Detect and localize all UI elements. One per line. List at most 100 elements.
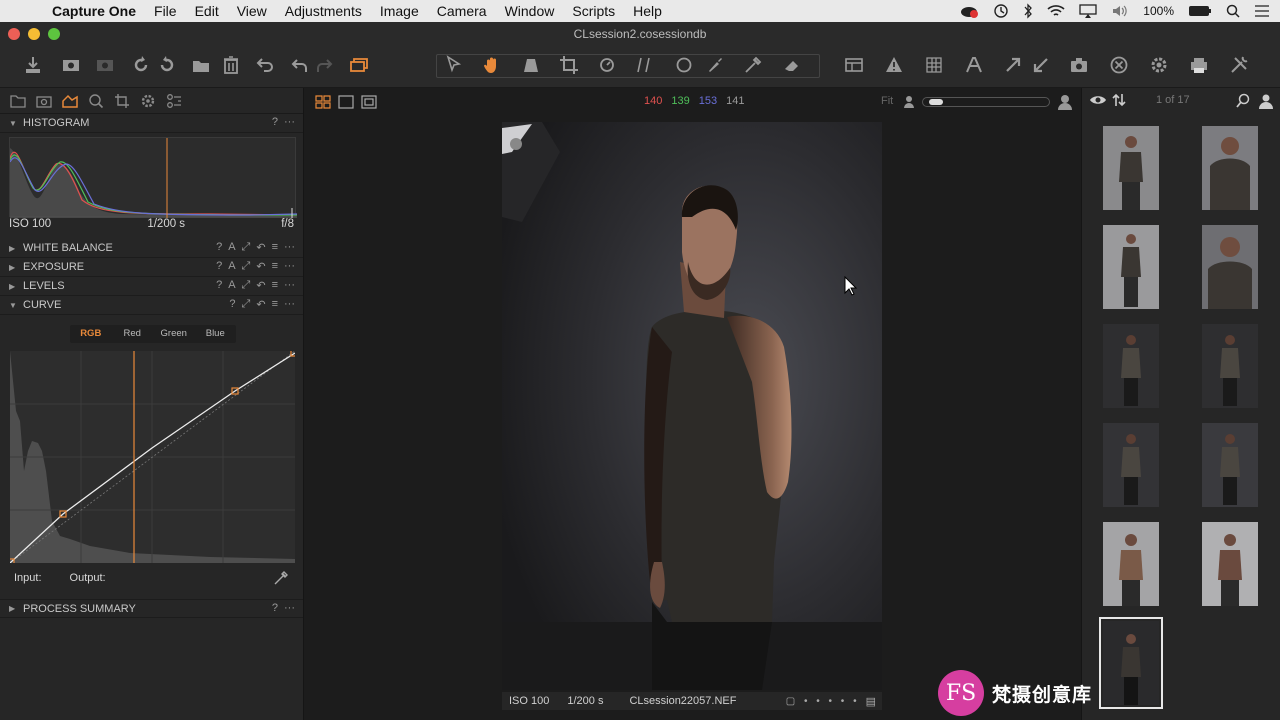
menu-image[interactable]: Image <box>380 3 419 19</box>
thumbnail[interactable] <box>1202 522 1258 606</box>
curve-tab-green[interactable]: Green <box>153 325 195 343</box>
thumbnail[interactable] <box>1202 126 1258 210</box>
close-window-button[interactable] <box>8 28 20 40</box>
histogram-header[interactable]: ▼ HISTOGRAM ? ··· <box>0 114 303 133</box>
menu-adjustments[interactable]: Adjustments <box>285 3 362 19</box>
main-image[interactable] <box>502 122 882 690</box>
curve-tab-red[interactable]: Red <box>112 325 154 343</box>
more-icon[interactable]: ··· <box>284 116 295 128</box>
auto-adjust-icon[interactable]: A <box>228 279 235 292</box>
copy-apply-icon[interactable]: ⤢ <box>242 279 251 292</box>
viewer-layout-icon[interactable] <box>843 54 865 76</box>
reset-icon[interactable]: ↶ <box>256 260 265 273</box>
expand-triangle-icon[interactable]: ▶ <box>9 282 19 291</box>
straighten-tool-icon[interactable] <box>634 54 656 76</box>
curve-picker-eyedropper-icon[interactable] <box>273 570 289 589</box>
keystone-tool-icon[interactable] <box>520 54 542 76</box>
reset-icon[interactable]: ↶ <box>256 298 265 311</box>
eye-filter-icon[interactable] <box>1089 93 1107 107</box>
customize-tools-icon[interactable] <box>1228 54 1250 76</box>
copy-adjustments-icon[interactable] <box>348 54 370 76</box>
levels-header[interactable]: ▶ LEVELS ? A ⤢ ↶ ≡ ··· <box>0 277 303 296</box>
settings-gear-icon[interactable] <box>1148 54 1170 76</box>
reset-icon[interactable]: ↶ <box>256 279 265 292</box>
reset-icon[interactable]: ↶ <box>256 241 265 254</box>
presets-menu-icon[interactable]: ≡ <box>272 260 278 273</box>
exposure-header[interactable]: ▶ EXPOSURE ? A ⤢ ↶ ≡ ··· <box>0 258 303 277</box>
presets-menu-icon[interactable]: ≡ <box>272 241 278 254</box>
menu-camera[interactable]: Camera <box>437 3 487 19</box>
thumbnail[interactable] <box>1103 126 1159 210</box>
expand-triangle-icon[interactable]: ▶ <box>9 604 19 613</box>
time-machine-icon[interactable] <box>993 3 1009 19</box>
camera-tether-icon[interactable] <box>60 54 82 76</box>
adjustments-tab-gear-icon[interactable] <box>139 92 157 110</box>
browser-size-person-icon[interactable] <box>1258 93 1274 109</box>
reset-icon[interactable] <box>254 54 276 76</box>
import-icon[interactable] <box>22 54 44 76</box>
zoom-in-person-icon[interactable] <box>1057 94 1073 110</box>
grid-overlay-icon[interactable] <box>923 54 945 76</box>
presets-menu-icon[interactable]: ≡ <box>272 279 278 292</box>
proof-arrow-icon[interactable] <box>1002 54 1024 76</box>
single-view-icon[interactable] <box>338 95 354 109</box>
caption-menu-icon[interactable]: ▤ <box>866 695 876 708</box>
thumbnail[interactable] <box>1202 423 1258 507</box>
help-icon[interactable]: ? <box>272 602 278 614</box>
move-to-folder-icon[interactable] <box>190 54 212 76</box>
minimize-window-button[interactable] <box>28 28 40 40</box>
thumbnail[interactable] <box>1103 522 1159 606</box>
apply-arrow-icon[interactable] <box>1030 54 1052 76</box>
eraser-tool-icon[interactable] <box>781 54 803 76</box>
curve-tab-blue[interactable]: Blue <box>195 325 237 343</box>
menu-help[interactable]: Help <box>633 3 662 19</box>
help-icon[interactable]: ? <box>229 298 235 311</box>
zoom-out-person-icon[interactable] <box>903 95 915 108</box>
more-icon[interactable]: ··· <box>284 241 295 254</box>
help-icon[interactable]: ? <box>216 279 222 292</box>
copy-apply-icon[interactable]: ⤢ <box>242 260 251 273</box>
live-view-camera-icon[interactable] <box>1068 54 1090 76</box>
brush-tool-icon[interactable] <box>704 54 726 76</box>
rotate-left-icon[interactable] <box>130 54 152 76</box>
exposure-warning-icon[interactable] <box>883 54 905 76</box>
help-icon[interactable]: ? <box>272 116 278 128</box>
select-tool-icon[interactable] <box>443 54 465 76</box>
menu-window[interactable]: Window <box>505 3 555 19</box>
text-overlay-icon[interactable] <box>963 54 985 76</box>
rotate-tool-icon[interactable] <box>596 54 618 76</box>
airplay-icon[interactable] <box>1079 4 1097 18</box>
sort-icon[interactable] <box>1112 93 1126 107</box>
bluetooth-icon[interactable] <box>1023 3 1033 19</box>
collapse-triangle-icon[interactable]: ▼ <box>9 119 19 128</box>
collapse-triangle-icon[interactable]: ▼ <box>9 301 19 310</box>
capture-tab-icon[interactable] <box>35 92 53 110</box>
undo-icon[interactable] <box>288 54 310 76</box>
zoom-window-button[interactable] <box>48 28 60 40</box>
thumbnail[interactable] <box>1103 423 1159 507</box>
more-icon[interactable]: ··· <box>284 602 295 614</box>
rating-stars[interactable]: ▢ • • • • • <box>786 696 860 707</box>
curve-tab-rgb[interactable]: RGB <box>70 325 112 343</box>
library-tab-icon[interactable] <box>9 92 27 110</box>
thumbnail[interactable] <box>1202 324 1258 408</box>
details-tab-icon[interactable] <box>87 92 105 110</box>
menu-scripts[interactable]: Scripts <box>572 3 615 19</box>
more-icon[interactable]: ··· <box>284 260 295 273</box>
spot-removal-circle-icon[interactable] <box>673 54 695 76</box>
menu-file[interactable]: File <box>154 3 177 19</box>
copy-apply-icon[interactable]: ⤢ <box>242 241 251 254</box>
volume-icon[interactable] <box>1111 4 1129 18</box>
curve-editor[interactable] <box>7 349 298 566</box>
expand-triangle-icon[interactable]: ▶ <box>9 263 19 272</box>
process-summary-header[interactable]: ▶ PROCESS SUMMARY ? ··· <box>0 599 303 618</box>
zoom-slider-knob[interactable] <box>929 99 943 105</box>
wifi-icon[interactable] <box>1047 4 1065 18</box>
crop-tab-icon[interactable] <box>113 92 131 110</box>
help-icon[interactable]: ? <box>216 260 222 273</box>
expand-triangle-icon[interactable]: ▶ <box>9 244 19 253</box>
battery-icon[interactable] <box>1188 5 1212 17</box>
help-icon[interactable]: ? <box>216 241 222 254</box>
pan-hand-tool-icon[interactable] <box>481 54 503 76</box>
auto-adjust-icon[interactable]: A <box>228 260 235 273</box>
